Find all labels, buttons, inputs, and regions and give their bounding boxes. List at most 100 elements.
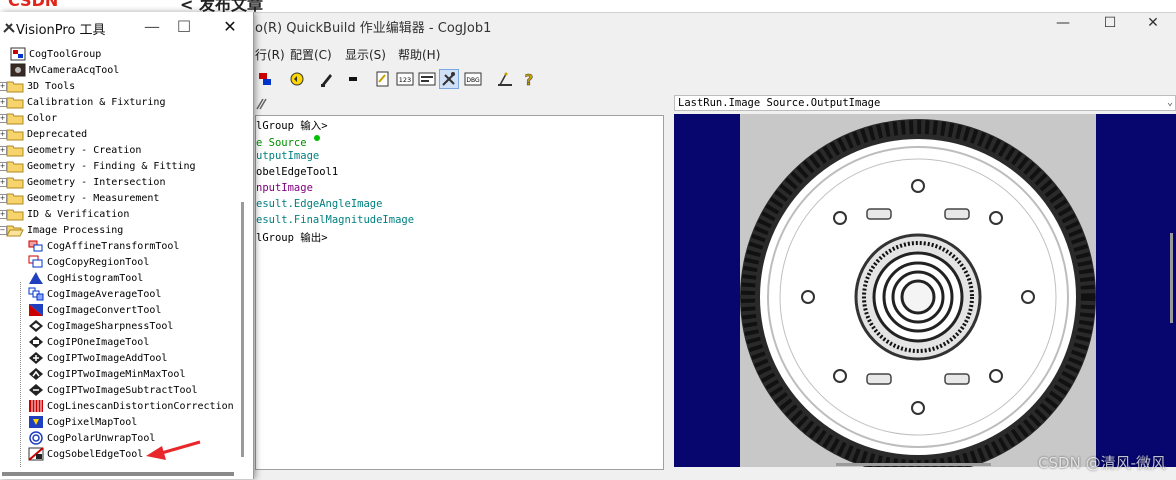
script-line: e Source [256,134,321,149]
tree-item-label: Geometry - Intersection [27,176,166,188]
tree-item-label: CogCopyRegionTool [47,256,150,268]
tree-item-image-convert-tool[interactable]: CogImageConvertTool [28,302,161,318]
image-average-icon [28,287,44,301]
job-script-panel[interactable]: lGroup 输入> e Source utputImage obelEdgeT… [255,115,664,470]
run-continuous-icon[interactable] [287,69,307,89]
tree-item-label: Image Processing [27,224,124,236]
expand-icon[interactable]: + [0,113,7,123]
script-tab-icon[interactable] [255,97,275,111]
ip-one-image-icon [29,336,43,348]
tree-folder-geometry-finding[interactable]: + Geometry - Finding & Fitting [0,158,196,174]
histogram-icon [29,272,43,284]
expand-icon[interactable]: + [0,145,7,155]
numbers-icon[interactable]: 123 [395,69,415,89]
publish-article-link[interactable]: < 发布文章 [180,0,263,12]
toolbox-minimize-button[interactable]: — [140,16,164,38]
expand-icon[interactable]: + [0,129,7,139]
tree-item-pixel-map-tool[interactable]: CogPixelMapTool [28,414,137,430]
tree-folder-geometry-measurement[interactable]: + Geometry - Measurement [0,190,159,206]
folder-icon [6,113,24,125]
tree-folder-image-processing[interactable]: − Image Processing [0,222,123,238]
tree-item-label: Color [27,112,58,124]
tree-item-mv-camera-acq-tool[interactable]: MvCameraAcqTool [10,62,119,78]
folder-open-icon [6,225,24,237]
tool-tree: CogToolGroup MvCameraAcqTool + 3D Tools … [0,42,236,468]
ip-two-image-subtract-icon [29,384,43,396]
stop-icon[interactable] [343,69,363,89]
script-line: obelEdgeTool1 [256,166,339,178]
menu-configure[interactable]: 配置(C) [290,46,332,63]
expand-icon[interactable]: + [0,161,7,171]
expand-icon[interactable]: + [0,81,7,91]
gear-image [740,114,1096,467]
tree-item-ip-two-image-subtract-tool[interactable]: CogIPTwoImageSubtractTool [28,382,198,398]
numbers-icon-text: 123 [399,76,411,84]
tree-folder-id-verification[interactable]: + ID & Verification [0,206,129,222]
linescan-icon [29,400,43,412]
expand-icon[interactable]: + [0,209,7,219]
image-source-select-value: LastRun.Image Source.OutputImage [678,97,881,109]
status-dot-icon [313,135,320,141]
minimize-button[interactable]: — [1040,15,1086,43]
toolbox-close-button[interactable]: ✕ [218,16,242,38]
tree-item-label: CogIPTwoImageAddTool [47,352,168,364]
tool-group-icon [10,47,26,61]
run-job-icon[interactable] [255,69,275,89]
tree-item-copy-region-tool[interactable]: CogCopyRegionTool [28,254,149,270]
tree-item-ip-two-image-minmax-tool[interactable]: CogIPTwoImageMinMaxTool [28,366,185,382]
image-source-select[interactable]: LastRun.Image Source.OutputImage ⌄ [674,95,1176,111]
image-icon[interactable] [417,69,437,89]
toolbox-horizontal-scrollbar[interactable] [2,472,234,476]
expand-icon[interactable]: + [0,97,7,107]
tree-item-polar-unwrap-tool[interactable]: CogPolarUnwrapTool [28,430,155,446]
toolbar: 123 DBG ? [255,69,675,91]
copy-region-icon [28,255,43,268]
tree-item-sobel-edge-tool[interactable]: CogSobelEdgeTool [28,446,143,462]
brush-icon[interactable] [317,69,337,89]
chevron-down-icon[interactable]: ⌄ [1167,96,1173,110]
expand-icon[interactable]: + [0,177,7,187]
csdn-logo: CSDN [8,0,59,10]
tree-item-label: 3D Tools [27,80,76,92]
tree-item-ip-two-image-add-tool[interactable]: CogIPTwoImageAddTool [28,350,167,366]
measure-icon[interactable] [495,69,515,89]
image-display[interactable] [674,114,1176,467]
toolbox-vertical-scrollbar[interactable] [241,202,244,457]
tree-folder-color[interactable]: + Color [0,110,57,126]
tree-folder-deprecated[interactable]: + Deprecated [0,126,87,142]
tree-item-affine-transform-tool[interactable]: CogAffineTransformTool [28,238,179,254]
menu-display[interactable]: 显示(S) [345,46,386,63]
image-sharpness-icon [29,320,43,332]
sobel-edge-icon [28,447,44,461]
dbg-icon-text: DBG [466,77,480,84]
tree-item-histogram-tool[interactable]: CogHistogramTool [28,270,143,286]
dbg-icon[interactable]: DBG [463,69,483,89]
tree-folder-calibration[interactable]: + Calibration & Fixturing [0,94,165,110]
image-vertical-scrollbar[interactable] [1170,233,1173,323]
expand-icon[interactable]: + [0,193,7,203]
tree-folder-geometry-intersection[interactable]: + Geometry - Intersection [0,174,165,190]
tree-item-linescan-distortion-correction[interactable]: CogLinescanDistortionCorrection [28,398,234,414]
red-arrow-annotation [146,440,201,460]
tree-item-label: CogImageAverageTool [47,288,162,300]
tree-item-image-average-tool[interactable]: CogImageAverageTool [28,286,161,302]
tools-icon[interactable] [439,69,459,89]
menu-run[interactable]: 行(R) [255,46,285,63]
tree-item-ip-one-image-tool[interactable]: CogIPOneImageTool [28,334,149,350]
tree-item-image-sharpness-tool[interactable]: CogImageSharpnessTool [28,318,173,334]
collapse-icon[interactable]: − [0,225,7,235]
help-icon[interactable]: ? [519,69,539,89]
tree-item-label: CogLinescanDistortionCorrection [47,400,234,412]
script-line: lGroup 输入> [256,120,328,132]
maximize-button[interactable]: ☐ [1087,15,1133,43]
tree-item-cog-tool-group[interactable]: CogToolGroup [10,46,101,62]
tree-folder-3d-tools[interactable]: + 3D Tools [0,78,75,94]
tree-folder-geometry-creation[interactable]: + Geometry - Creation [0,142,141,158]
toolbox-title: VisionPro 工具 [16,23,106,38]
toolbox-maximize-button[interactable]: ☐ [172,16,196,38]
image-horizontal-scrollbar[interactable] [836,463,991,466]
script-icon[interactable] [373,69,393,89]
close-button[interactable]: ✕ [1130,15,1176,43]
menu-help[interactable]: 帮助(H) [398,46,440,63]
tree-item-label: CogHistogramTool [47,272,144,284]
